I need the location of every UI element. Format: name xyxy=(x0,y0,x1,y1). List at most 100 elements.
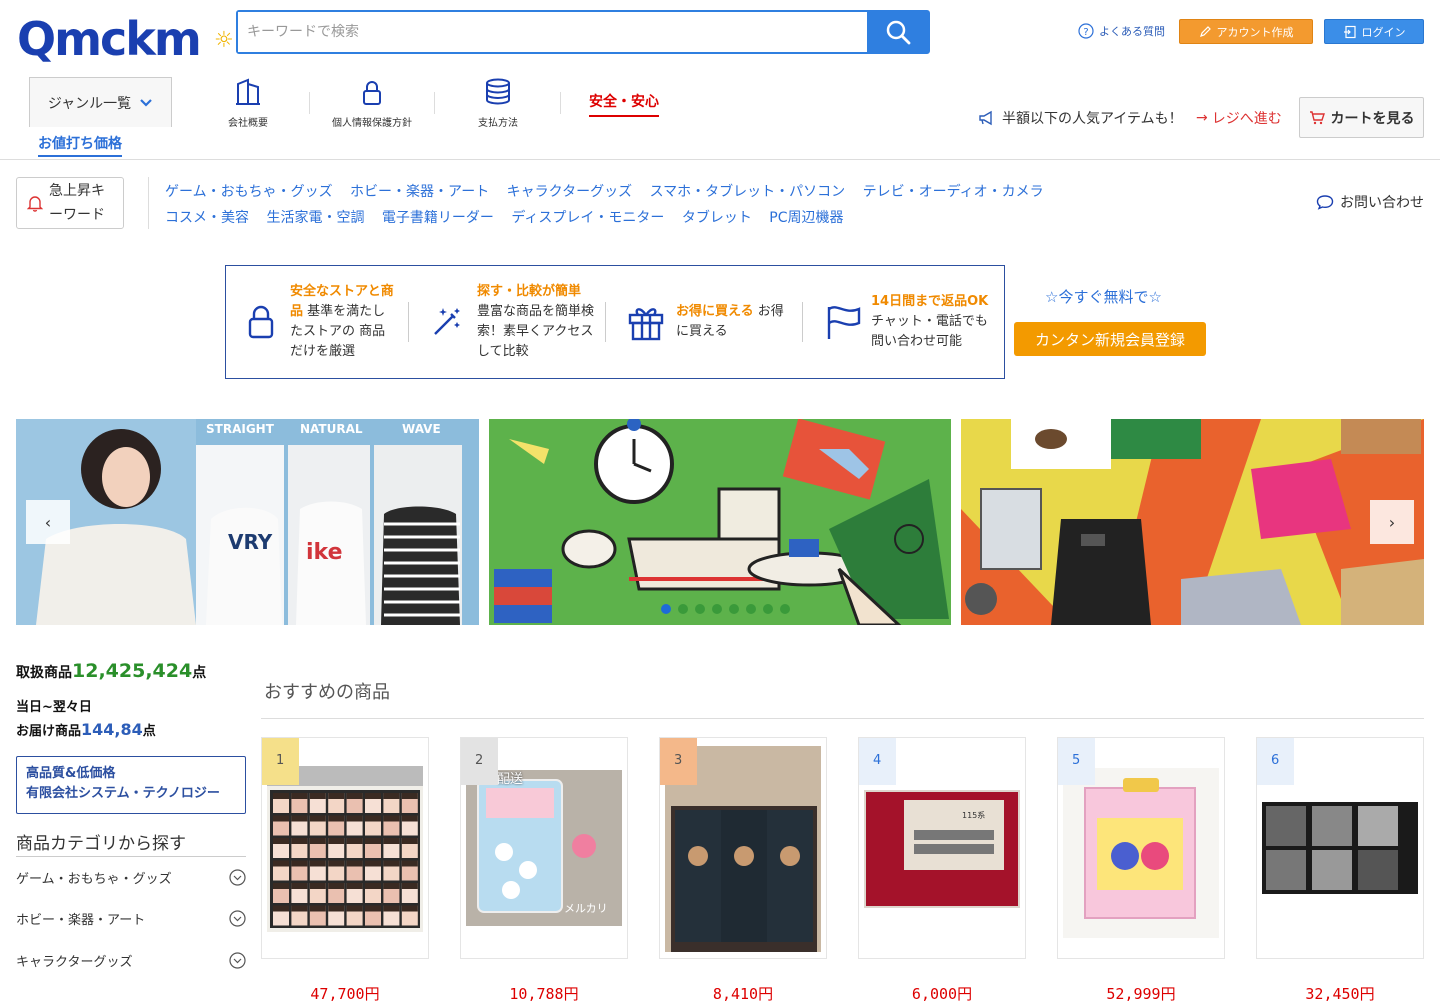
search-bar xyxy=(236,10,930,54)
register-button[interactable]: カンタン新規会員登録 xyxy=(1014,322,1206,356)
product-card[interactable]: 6 xyxy=(1256,737,1424,959)
banner-toys[interactable] xyxy=(489,419,951,625)
category-link[interactable]: ディスプレイ・モニター xyxy=(511,210,664,226)
lock-icon xyxy=(363,81,381,105)
search-button[interactable] xyxy=(867,12,928,52)
sidebar-category-character[interactable]: キャラクターグッズ xyxy=(16,940,246,981)
site-logo[interactable]: Qmckm xyxy=(17,14,202,64)
trending-keywords-button[interactable]: 急上昇キーワード xyxy=(16,177,124,229)
banner-toys-image xyxy=(489,419,951,625)
chevron-circle-icon xyxy=(229,910,246,927)
lock-icon xyxy=(248,305,274,339)
product-card[interactable]: 5 xyxy=(1057,737,1225,959)
carousel-dot[interactable] xyxy=(763,604,773,614)
delivery-stat: 当日~翌々日 お届け商品144,84点 xyxy=(16,697,156,743)
login-label: ログイン xyxy=(1361,25,1406,39)
category-link[interactable]: ゲーム・おもちゃ・グッズ xyxy=(165,184,333,200)
svg-text:?: ? xyxy=(1083,27,1088,38)
carousel-prev-button[interactable]: ‹ xyxy=(26,500,70,544)
nav-safety[interactable]: 安全・安心 xyxy=(589,91,659,117)
rank-badge: 3 xyxy=(660,738,697,785)
banner-label: NATURAL xyxy=(300,422,363,436)
product-card[interactable]: 1 xyxy=(261,737,429,959)
nav-payment[interactable]: 支払方法 xyxy=(438,78,558,129)
category-link[interactable]: 生活家電・空調 xyxy=(266,210,364,226)
carousel-dot[interactable] xyxy=(695,604,705,614)
carousel-dot[interactable] xyxy=(746,604,756,614)
carousel-dot[interactable] xyxy=(661,604,671,614)
quality-box: 高品質&低価格 有限会社システム・テクノロジー xyxy=(16,756,246,814)
create-account-button[interactable]: アカウント作成 xyxy=(1179,19,1313,44)
stat-unit: 点 xyxy=(192,665,207,681)
category-link[interactable]: キャラクターグッズ xyxy=(507,184,632,200)
carousel-next-button[interactable]: › xyxy=(1370,500,1414,544)
category-link[interactable]: ホビー・楽器・アート xyxy=(350,184,489,200)
contact-link[interactable]: お問い合わせ xyxy=(1316,192,1424,212)
stat-label: 取扱商品 xyxy=(16,665,72,681)
category-link[interactable]: PC周辺機器 xyxy=(769,210,843,226)
product-card[interactable]: メルカリ 配送 2 xyxy=(460,737,628,959)
category-link[interactable]: 電子書籍リーダー xyxy=(382,210,494,226)
divider xyxy=(148,177,149,229)
svg-text:VRY: VRY xyxy=(228,530,273,554)
category-link[interactable]: コスメ・美容 xyxy=(165,210,249,226)
watermark: メルカリ xyxy=(564,902,608,915)
pencil-icon xyxy=(1199,26,1211,37)
banner-fashion-image: VRY ike STRAIGHT NATURAL WAVE xyxy=(16,419,479,625)
feature-safe: 安全なストアと商品 基準を満たしたストアの 商品だけを厳選 xyxy=(226,277,408,367)
feature-highlight: お得に買える xyxy=(676,304,754,319)
cart-button[interactable]: カートを見る xyxy=(1299,97,1424,138)
carousel-dot[interactable] xyxy=(712,604,722,614)
feature-highlight: 14日間まで返品OK xyxy=(871,294,989,309)
carousel-dot[interactable] xyxy=(678,604,688,614)
category-link[interactable]: タブレット xyxy=(682,210,752,226)
cart-label: カートを見る xyxy=(1330,110,1415,127)
nav-company[interactable]: 会社概要 xyxy=(188,78,308,129)
gift-icon xyxy=(628,308,664,341)
product-card[interactable]: 115系 4 xyxy=(858,737,1026,959)
category-link[interactable]: テレビ・オーディオ・カメラ xyxy=(863,184,1044,200)
chat-bubble-icon xyxy=(1316,195,1334,210)
nav-privacy-label: 個人情報保護方針 xyxy=(332,118,412,129)
rank-badge: 6 xyxy=(1257,738,1294,785)
carousel-dot[interactable] xyxy=(780,604,790,614)
product-card[interactable]: 3 xyxy=(659,737,827,959)
category-link[interactable]: スマホ・タブレット・パソコン xyxy=(650,184,846,200)
nav-privacy[interactable]: 個人情報保護方針 xyxy=(312,78,432,129)
login-button[interactable]: ログイン xyxy=(1324,19,1424,44)
rank-badge: 4 xyxy=(859,738,896,785)
tab-discount[interactable]: お値打ち価格 xyxy=(38,133,122,153)
chevron-down-icon xyxy=(140,98,152,107)
banner-fashion[interactable]: VRY ike STRAIGHT NATURAL WAVE xyxy=(16,419,479,625)
building-icon xyxy=(236,78,260,105)
nav-company-label: 会社概要 xyxy=(228,118,268,129)
help-icon: ? xyxy=(1078,23,1094,39)
search-icon xyxy=(886,20,910,45)
svg-text:ike: ike xyxy=(306,540,343,565)
recommended-heading: おすすめの商品 xyxy=(264,682,390,703)
trending-label: 急上昇キーワード xyxy=(49,183,105,223)
sidebar-category-hobby[interactable]: ホビー・楽器・アート xyxy=(16,898,246,939)
feature-highlight: 探す・比較が簡単 xyxy=(477,284,582,299)
product-image xyxy=(267,766,423,932)
header-divider xyxy=(0,159,1440,160)
category-links: ゲーム・おもちゃ・グッズ ホビー・楽器・アート キャラクターグッズ スマホ・タブ… xyxy=(165,179,1065,231)
faq-link[interactable]: ? よくある質問 xyxy=(1078,23,1165,39)
carousel-dot[interactable] xyxy=(729,604,739,614)
genre-dropdown[interactable]: ジャンル一覧 xyxy=(29,77,172,127)
product-price: 47,700円 xyxy=(310,985,380,1003)
search-input[interactable] xyxy=(238,12,867,52)
feature-text: 豊富な商品を簡単検索！素早くアクセスして比較 xyxy=(477,304,595,359)
banner-bags[interactable] xyxy=(961,419,1424,625)
nav-divider xyxy=(560,92,561,114)
checkout-link[interactable]: → レジへ進む xyxy=(1196,108,1282,128)
faq-label: よくある質問 xyxy=(1099,25,1165,38)
category-heading: 商品カテゴリから探す xyxy=(16,834,186,854)
product-image xyxy=(1262,802,1418,894)
rank-badge: 2 xyxy=(461,738,498,785)
sidebar-category-label: ゲーム・おもちゃ・グッズ xyxy=(16,872,172,887)
sidebar-category-label: キャラクターグッズ xyxy=(16,955,133,970)
sidebar-category-games[interactable]: ゲーム・おもちゃ・グッズ xyxy=(16,857,246,898)
delivery-line: 当日~翌々日 xyxy=(16,700,92,715)
signup-tagline: ☆今すぐ無料で☆ xyxy=(1045,288,1162,306)
